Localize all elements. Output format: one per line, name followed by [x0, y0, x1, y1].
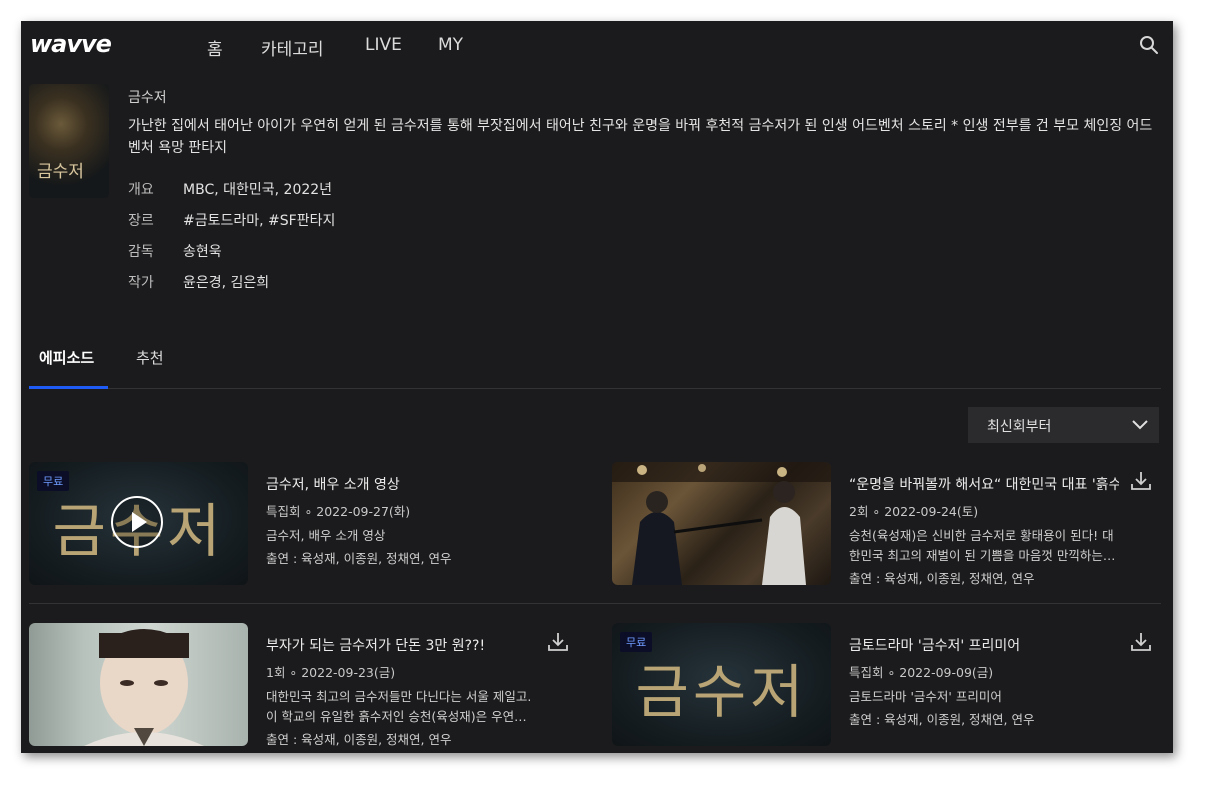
episode-title[interactable]: 부자가 되는 금수저가 단돈 3만 원??! — [266, 635, 536, 655]
episode-cast: 출연 : 육성재, 이종원, 정채연, 연우 — [266, 551, 452, 566]
meta-key: 작가 — [128, 274, 154, 291]
sort-label: 최신회부터 — [987, 419, 1052, 435]
episode-title[interactable]: “운명을 바꿔볼까 해서요“ 대한민국 대표 '흙수저' 육성재의 인생을 바꿀… — [849, 474, 1119, 494]
top-nav: wavve 홈 카테고리 LIVE MY — [21, 21, 1173, 69]
episode-info: “운명을 바꿔볼까 해서요“ 대한민국 대표 '흙수저' 육성재의 인생을 바꿀… — [849, 474, 1119, 587]
meta-value[interactable]: #금토드라마, #SF판타지 — [183, 210, 335, 230]
episode-description: 대한민국 최고의 금수저들만 다닌다는 서울 제일고. 이 학교의 유일한 흙수… — [266, 689, 532, 724]
row-divider — [29, 603, 1161, 604]
tab-episodes[interactable]: 에피소드 — [39, 347, 94, 368]
program-poster: 금수저 — [29, 84, 109, 198]
episode-cast: 출연 : 육성재, 이종원, 정채연, 연우 — [849, 571, 1035, 586]
episode-card[interactable]: 금수저 무료 금수저, 배우 소개 영상 특집회 ∘ 2022-09-27(화)… — [29, 462, 569, 586]
episode-card[interactable]: 금수저 무료 금토드라마 '금수저' 프리미어 특집회 ∘ 2022-09-09… — [612, 623, 1152, 747]
meta-value: 윤은경, 김은희 — [183, 274, 270, 291]
wavve-logo[interactable]: wavve — [30, 30, 112, 58]
episode-title[interactable]: 금토드라마 '금수저' 프리미어 — [849, 635, 1119, 655]
episode-card[interactable]: 부자가 되는 금수저가 단돈 3만 원??! 1회 ∘ 2022-09-23(금… — [29, 623, 569, 747]
sort-dropdown[interactable]: 최신회부터 — [968, 407, 1159, 443]
program-title: 금수저 — [128, 90, 167, 106]
episode-cast: 출연 : 육성재, 이종원, 정채연, 연우 — [266, 732, 452, 747]
meta-value: 송현욱 — [183, 243, 222, 260]
search-icon[interactable] — [1139, 35, 1159, 55]
episode-info: 금토드라마 '금수저' 프리미어 특집회 ∘ 2022-09-09(금) 금토드… — [849, 635, 1119, 728]
meta-key: 감독 — [128, 243, 154, 260]
play-button[interactable] — [111, 496, 163, 548]
content-tabs: 에피소드 추천 — [29, 341, 1161, 389]
meta-value: MBC, 대한민국, 2022년 — [183, 181, 333, 198]
scene-illustration — [84, 629, 204, 746]
free-badge: 무료 — [37, 471, 70, 491]
episode-meta: 1회 ∘ 2022-09-23(금) — [266, 665, 396, 680]
episode-info: 부자가 되는 금수저가 단돈 3만 원??! 1회 ∘ 2022-09-23(금… — [266, 635, 536, 748]
episode-description: 금수저, 배우 소개 영상 — [266, 528, 386, 543]
active-tab-indicator — [29, 386, 108, 389]
thumbnail-title-art: 금수저 — [635, 658, 808, 726]
chevron-down-icon — [1132, 420, 1148, 430]
episode-thumbnail[interactable]: 금수저 무료 — [29, 462, 248, 585]
tab-recommend[interactable]: 추천 — [136, 347, 164, 368]
free-badge: 무료 — [620, 632, 653, 652]
nav-live[interactable]: LIVE — [365, 35, 402, 55]
episode-card[interactable]: “운명을 바꿔볼까 해서요“ 대한민국 대표 '흙수저' 육성재의 인생을 바꿀… — [612, 462, 1152, 586]
program-info: 금수저 가난한 집에서 태어난 아이가 우연히 얻게 된 금수저를 통해 부잣집… — [128, 87, 1158, 297]
nav-home[interactable]: 홈 — [207, 35, 223, 60]
episode-cast: 출연 : 육성재, 이종원, 정채연, 연우 — [849, 712, 1035, 727]
poster-title: 금수저 — [37, 162, 84, 182]
episode-thumbnail[interactable] — [612, 462, 831, 585]
episode-description: 금토드라마 '금수저' 프리미어 — [849, 689, 1002, 704]
meta-key: 장르 — [128, 212, 154, 229]
nav-category[interactable]: 카테고리 — [261, 35, 324, 60]
program-description: 가난한 집에서 태어난 아이가 우연히 얻게 된 금수저를 통해 부잣집에서 태… — [128, 118, 1153, 156]
app-window: wavve 홈 카테고리 LIVE MY 금수저 금수저 가난한 집에서 태어난… — [21, 21, 1173, 753]
download-icon[interactable] — [547, 631, 569, 653]
episode-thumbnail[interactable]: 금수저 무료 — [612, 623, 831, 746]
scene-illustration — [612, 462, 831, 585]
play-icon — [132, 512, 147, 532]
episode-thumbnail[interactable] — [29, 623, 248, 746]
episode-meta: 특집회 ∘ 2022-09-09(금) — [849, 665, 994, 680]
meta-row-writer: 작가 윤은경, 김은희 — [128, 266, 1158, 297]
episode-description: 승천(육성재)은 신비한 금수저로 황태용이 된다! 대한민국 최고의 재벌이 … — [849, 528, 1116, 563]
nav-my[interactable]: MY — [438, 35, 463, 55]
meta-row-genre: 장르 #금토드라마, #SF판타지 — [128, 204, 1158, 235]
episode-title[interactable]: 금수저, 배우 소개 영상 — [266, 474, 536, 494]
meta-key: 개요 — [128, 181, 154, 198]
meta-row-overview: 개요 MBC, 대한민국, 2022년 — [128, 173, 1158, 204]
download-icon[interactable] — [1130, 631, 1152, 653]
episode-meta: 특집회 ∘ 2022-09-27(화) — [266, 504, 411, 519]
download-icon[interactable] — [1130, 470, 1152, 492]
episode-meta: 2회 ∘ 2022-09-24(토) — [849, 504, 979, 519]
episode-info: 금수저, 배우 소개 영상 특집회 ∘ 2022-09-27(화) 금수저, 배… — [266, 474, 536, 567]
meta-row-director: 감독 송현욱 — [128, 235, 1158, 266]
